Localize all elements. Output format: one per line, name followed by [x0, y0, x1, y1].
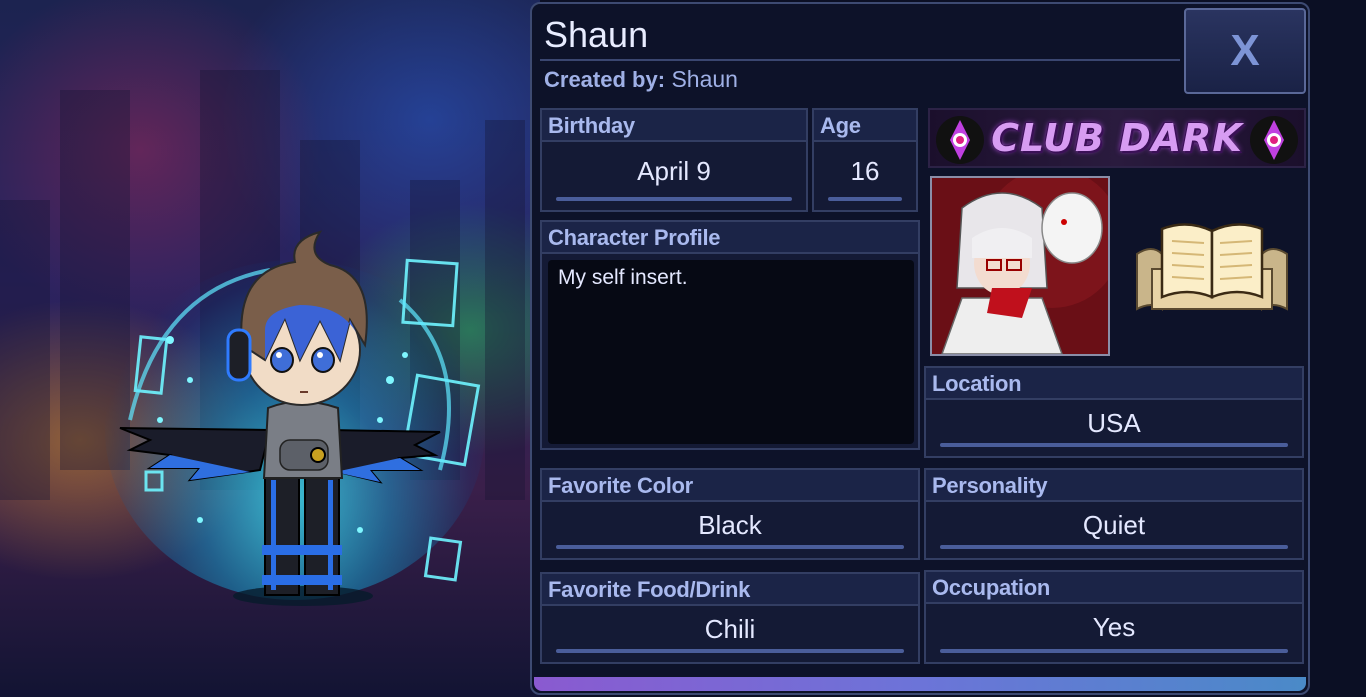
open-book-icon[interactable]	[1132, 209, 1292, 329]
age-label: Age	[814, 110, 916, 142]
age-underline	[828, 197, 902, 201]
club-emblem-icon	[936, 116, 984, 164]
character-info-panel: Shaun Created by: Shaun X Birthday April…	[530, 2, 1310, 695]
birthday-field: Birthday April 9	[540, 108, 808, 212]
profile-label: Character Profile	[542, 222, 918, 254]
portrait-image	[932, 178, 1108, 354]
favorite-food-underline	[556, 649, 904, 653]
birthday-label: Birthday	[542, 110, 806, 142]
personality-value[interactable]: Quiet	[926, 502, 1302, 541]
personality-label: Personality	[926, 470, 1302, 502]
character-avatar	[119, 230, 481, 606]
close-icon: X	[1230, 26, 1260, 75]
location-field: Location USA	[924, 366, 1304, 458]
personality-field: Personality Quiet	[924, 468, 1304, 560]
panel-footer-strip	[534, 677, 1306, 691]
club-banner: CLUB DARK	[928, 108, 1306, 168]
creator-line: Created by: Shaun	[544, 66, 738, 93]
character-portrait[interactable]	[930, 176, 1110, 356]
created-by-value: Shaun	[671, 66, 738, 92]
occupation-field: Occupation Yes	[924, 570, 1304, 664]
personality-underline	[940, 545, 1288, 549]
location-label: Location	[926, 368, 1302, 400]
favorite-color-label: Favorite Color	[542, 470, 918, 502]
birthday-underline	[556, 197, 792, 201]
age-field: Age 16	[812, 108, 918, 212]
location-underline	[940, 443, 1288, 447]
profile-text[interactable]: My self insert.	[548, 260, 914, 444]
occupation-label: Occupation	[926, 572, 1302, 604]
close-button[interactable]: X	[1184, 8, 1306, 94]
occupation-value[interactable]: Yes	[926, 604, 1302, 643]
created-by-label: Created by:	[544, 67, 666, 92]
character-scene	[0, 0, 540, 697]
name-divider	[540, 59, 1180, 61]
location-value[interactable]: USA	[926, 400, 1302, 439]
favorite-color-value[interactable]: Black	[542, 502, 918, 541]
age-value[interactable]: 16	[814, 142, 916, 187]
favorite-food-value[interactable]: Chili	[542, 606, 918, 645]
favorite-color-underline	[556, 545, 904, 549]
character-name: Shaun	[544, 14, 649, 55]
favorite-food-label: Favorite Food/Drink	[542, 574, 918, 606]
club-emblem-icon	[1250, 116, 1298, 164]
profile-field: Character Profile My self insert.	[540, 220, 920, 450]
occupation-underline	[940, 649, 1288, 653]
banner-text: CLUB DARK	[991, 116, 1243, 160]
birthday-value[interactable]: April 9	[542, 142, 806, 187]
favorite-food-field: Favorite Food/Drink Chili	[540, 572, 920, 664]
favorite-color-field: Favorite Color Black	[540, 468, 920, 560]
